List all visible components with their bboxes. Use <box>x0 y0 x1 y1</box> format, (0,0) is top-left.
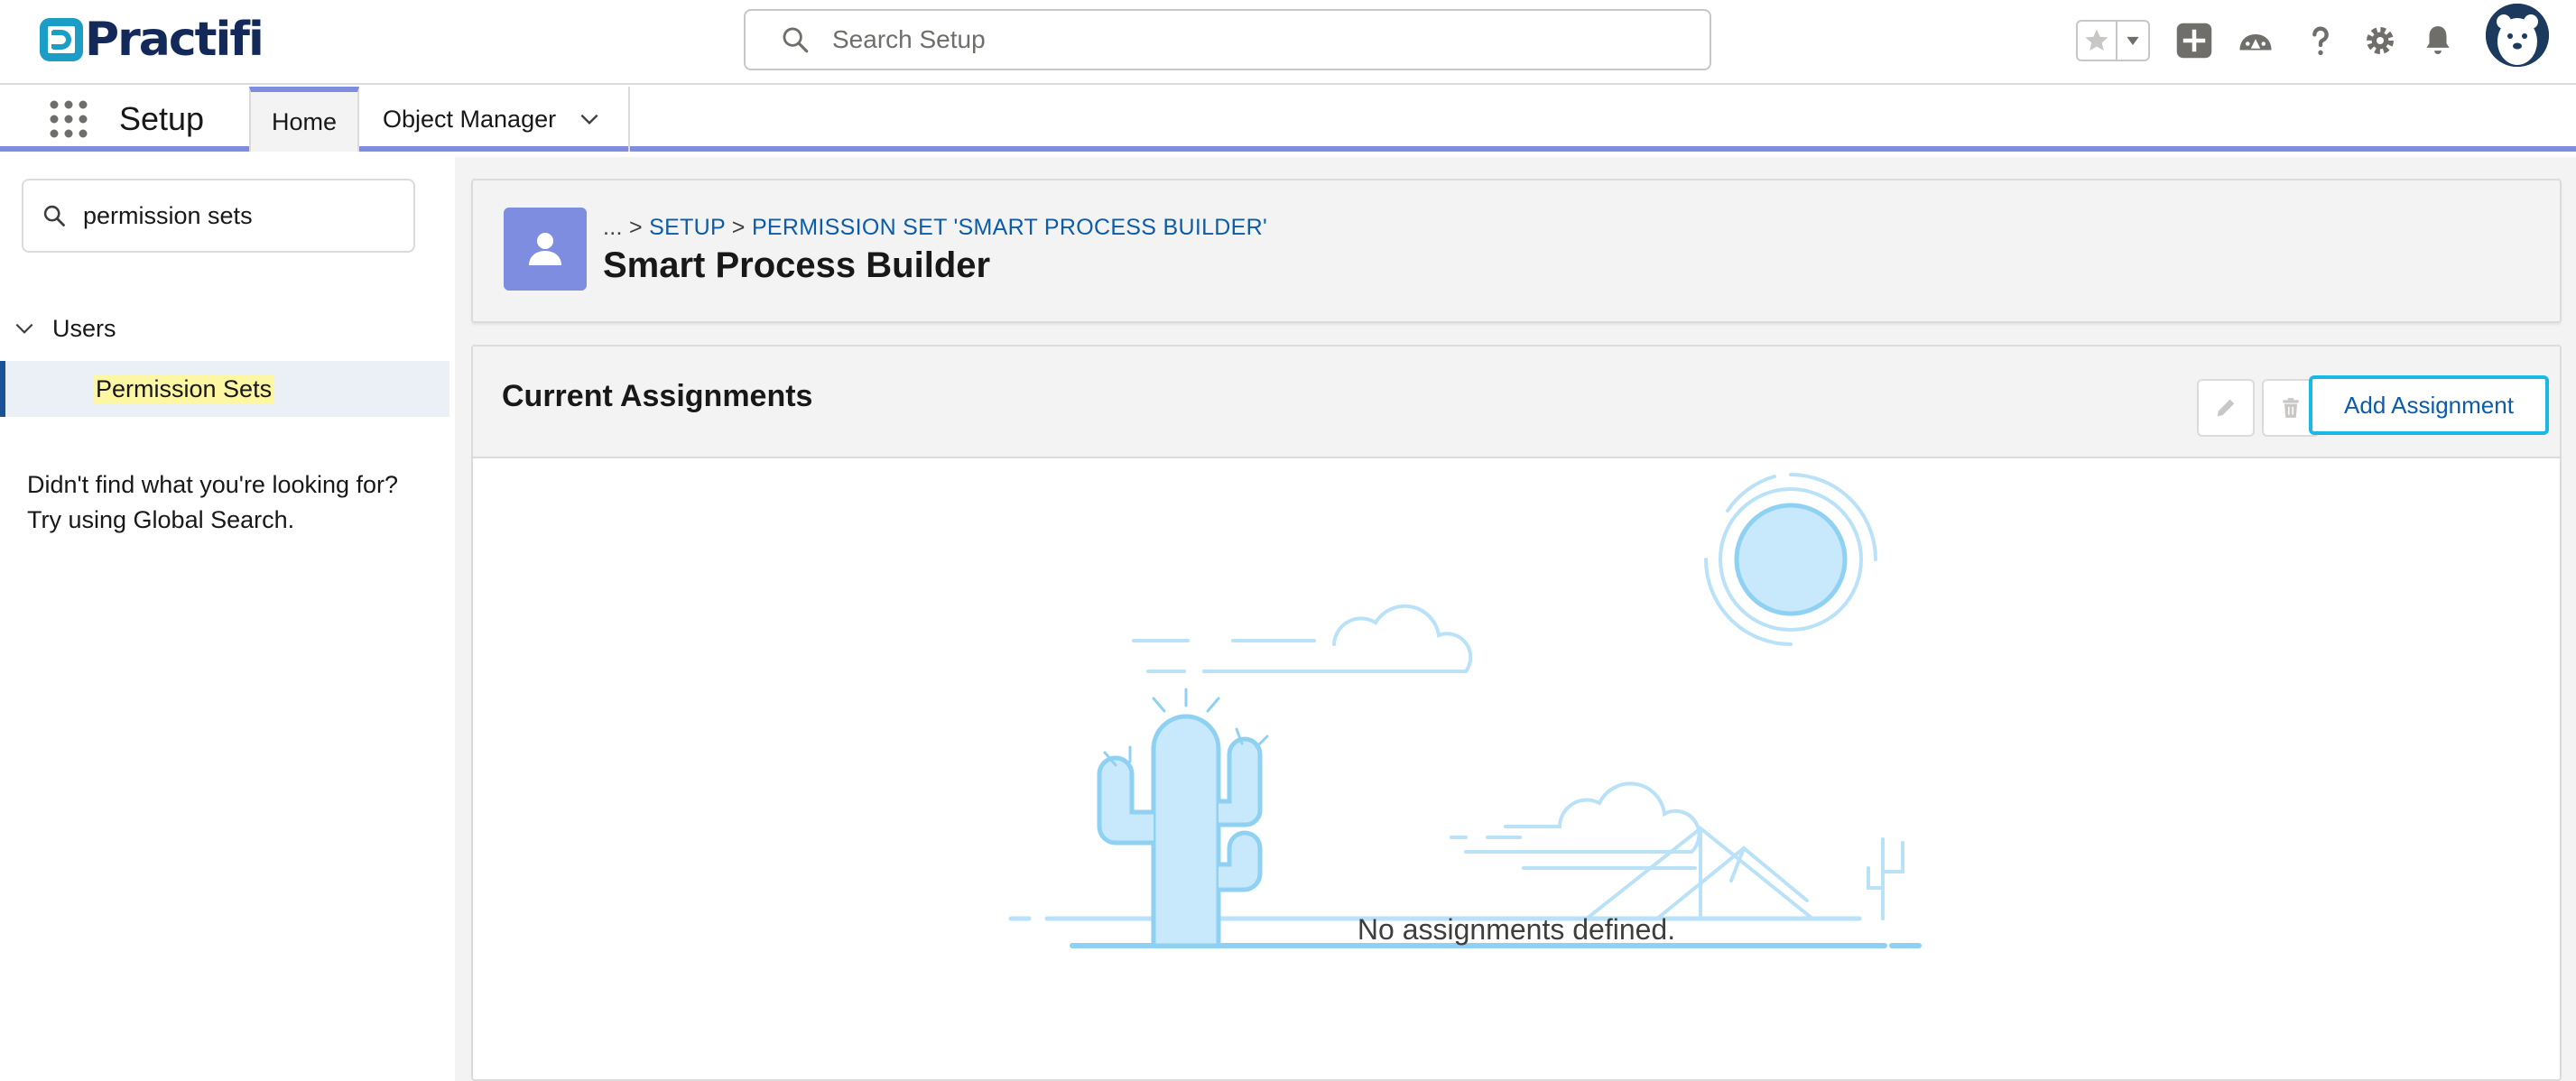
trailhead-button[interactable] <box>2235 20 2276 61</box>
breadcrumb-ellipsis[interactable]: ... > <box>603 215 643 240</box>
help-button[interactable] <box>2300 20 2341 61</box>
breadcrumb-setup-link[interactable]: SETUP <box>649 215 725 240</box>
gear-icon <box>2367 27 2394 54</box>
sidebar-item-permission-sets[interactable]: Permission Sets <box>0 361 449 417</box>
favorites-dropdown-button[interactable] <box>2117 22 2148 60</box>
breadcrumb-permission-set-link[interactable]: PERMISSION SET 'SMART PROCESS BUILDER' <box>752 215 1267 240</box>
pencil-icon <box>2217 399 2235 417</box>
help-text: Didn't find what you're looking for? Try… <box>27 467 398 538</box>
chevron-down-icon[interactable] <box>578 107 601 131</box>
card-title: Current Assignments <box>502 379 813 413</box>
practifi-logo[interactable]: Practifi <box>40 13 264 67</box>
bell-icon <box>2426 26 2450 55</box>
current-assignments-card: Current Assignments Add Assignment No as… <box>471 345 2562 1081</box>
tree-group-users[interactable]: Users <box>13 310 116 346</box>
global-actions-button[interactable] <box>2173 20 2215 61</box>
app-name: Setup <box>119 100 205 137</box>
add-assignment-button[interactable]: Add Assignment <box>2309 375 2549 435</box>
help-icon <box>2312 26 2329 55</box>
quick-find-box[interactable] <box>22 179 415 253</box>
favorites-group <box>2076 20 2150 61</box>
favorites-button[interactable] <box>2078 22 2117 60</box>
setup-sidebar: Users Permission Sets Didn't find what y… <box>0 157 449 1081</box>
tab-home-label: Home <box>271 107 338 135</box>
sidebar-item-label: Permission Sets <box>94 374 274 403</box>
global-header: Practifi <box>0 0 2576 85</box>
search-icon <box>43 205 65 226</box>
app-launcher-icon[interactable] <box>49 99 88 139</box>
search-setup-input[interactable] <box>832 25 1645 54</box>
trash-icon <box>2283 398 2299 418</box>
main-content: ... > SETUP > PERMISSION SET 'SMART PROC… <box>455 157 2576 1081</box>
page-title: Smart Process Builder <box>603 245 991 285</box>
logo-text: Practifi <box>85 13 264 67</box>
chevron-down-icon <box>15 323 33 334</box>
tab-object-manager-label: Object Manager <box>383 105 557 133</box>
user-avatar-icon <box>2486 4 2549 67</box>
practifi-logo-mark <box>40 18 83 61</box>
quick-find-input[interactable] <box>83 201 408 230</box>
tab-object-manager[interactable]: Object Manager <box>359 87 630 152</box>
star-icon <box>2085 29 2108 51</box>
add-icon <box>2176 23 2212 59</box>
search-icon <box>783 27 809 53</box>
help-text-line1: Didn't find what you're looking for? <box>27 471 399 498</box>
edit-assignments-button[interactable] <box>2197 379 2255 437</box>
notifications-button[interactable] <box>2417 20 2459 61</box>
breadcrumb: ... > SETUP > PERMISSION SET 'SMART PROC… <box>603 215 1267 241</box>
avatar[interactable] <box>2486 4 2549 67</box>
global-search[interactable] <box>744 9 1711 70</box>
context-bar: Setup Home Object Manager <box>0 87 2576 152</box>
setup-button[interactable] <box>2359 20 2401 61</box>
tab-home[interactable]: Home <box>249 87 359 152</box>
help-text-line2: Try using Global Search. <box>27 506 295 533</box>
permission-set-icon <box>504 208 587 291</box>
user-icon <box>529 233 561 265</box>
card-header: Current Assignments Add Assignment <box>473 346 2560 458</box>
breadcrumb-separator: > <box>731 215 746 240</box>
chevron-down-icon <box>2127 36 2139 45</box>
empty-state-desert-illustration <box>1008 473 1922 948</box>
trailhead-icon <box>2239 34 2272 51</box>
tree-group-label: Users <box>52 314 116 342</box>
page-header: ... > SETUP > PERMISSION SET 'SMART PROC… <box>471 179 2562 323</box>
empty-state-message: No assignments defined. <box>1357 913 1676 946</box>
